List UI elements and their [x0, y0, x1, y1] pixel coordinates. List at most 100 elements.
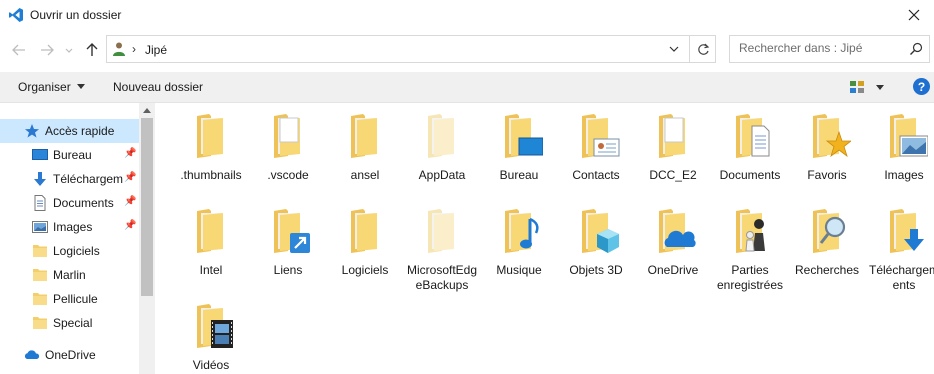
folder-icon [582, 209, 619, 253]
folder-icon [274, 209, 310, 253]
folder-label: AppData [418, 168, 466, 182]
help-button[interactable]: ? [913, 78, 930, 95]
folder-item[interactable]: Intel [174, 207, 248, 278]
download-icon [34, 172, 46, 186]
close-icon [908, 9, 920, 21]
folder-item[interactable]: Musique [482, 207, 556, 278]
folder-item[interactable]: Recherches [790, 207, 864, 278]
folder-icon [890, 209, 924, 253]
sidebar-item-label: OneDrive [45, 348, 96, 362]
folder-label: Recherches [794, 263, 860, 277]
folder-icon [197, 114, 223, 158]
folder-item[interactable]: Logiciels [328, 207, 402, 278]
view-options-icon[interactable] [849, 80, 865, 94]
sidebar-item-label: Téléchargements [53, 172, 123, 186]
arrow-left-icon [12, 44, 25, 56]
pin-icon: 📌 [124, 196, 137, 207]
sidebar-item-label: Marlin [53, 268, 86, 282]
sidebar-item-label: Images [53, 220, 93, 234]
folder-item[interactable]: AppData [405, 112, 479, 183]
folder-icon [351, 114, 377, 158]
address-history-button[interactable] [662, 36, 686, 62]
search-box[interactable] [729, 35, 930, 63]
new-folder-button[interactable]: Nouveau dossier [113, 80, 203, 94]
breadcrumb-item-jipe[interactable]: Jipé [145, 43, 167, 57]
arrow-up-icon [86, 43, 98, 56]
pin-icon: 📌 [124, 172, 137, 183]
folder-item[interactable]: Favoris [790, 112, 864, 183]
scrollbar-thumb[interactable] [141, 118, 153, 296]
refresh-button[interactable] [689, 36, 716, 62]
folder-label: Bureau [499, 168, 539, 182]
folder-label: Documents [719, 168, 781, 182]
chevron-down-icon [76, 84, 85, 89]
back-button[interactable] [10, 41, 28, 59]
folder-item[interactable]: Vidéos [174, 302, 248, 373]
folder-label: Liens [273, 263, 303, 277]
folder-icon [659, 114, 685, 158]
folder-item[interactable]: OneDrive [636, 207, 710, 278]
folder-view: .thumbnails .vscode ansel AppData Bureau Cont… [163, 103, 934, 374]
folder-item[interactable]: ansel [328, 112, 402, 183]
folder-label: DCC_E2 [649, 168, 697, 182]
folder-item[interactable]: Parties enregistrées [713, 207, 787, 293]
folder-label: Logiciels [341, 263, 389, 277]
folder-item[interactable]: Documents [713, 112, 787, 183]
sidebar-item-documents[interactable]: Documents 📌 [0, 191, 139, 215]
folder-item[interactable]: Contacts [559, 112, 633, 183]
folder-label: .vscode [267, 168, 309, 182]
view-options-dropdown[interactable] [876, 85, 884, 90]
sidebar-item-logiciels[interactable]: Logiciels [0, 239, 139, 263]
folder-item[interactable]: Téléchargements [867, 207, 934, 293]
folder-icon [736, 209, 765, 253]
organize-label: Organiser [18, 80, 71, 94]
pin-icon: 📌 [124, 148, 137, 159]
folder-icon [813, 209, 846, 253]
sidebar-item-telechargements[interactable]: Téléchargements 📌 [0, 167, 139, 191]
folder-label: Images [884, 168, 924, 182]
folder-item[interactable]: Objets 3D [559, 207, 633, 278]
folder-icon [428, 209, 454, 253]
sidebar-item-acces-rapide[interactable]: Accès rapide [0, 119, 139, 143]
sidebar-item-onedrive[interactable]: OneDrive [0, 343, 139, 367]
folder-item[interactable]: Images [867, 112, 934, 183]
user-folder-icon [113, 42, 125, 56]
recent-locations-button[interactable] [63, 41, 75, 59]
folder-label: Musique [496, 263, 542, 277]
forward-button[interactable] [38, 41, 56, 59]
folder-item[interactable]: MicrosoftEdgeBackups [405, 207, 479, 293]
folder-icon [33, 245, 47, 257]
cloud-icon [24, 350, 40, 359]
sidebar-item-marlin[interactable]: Marlin [0, 263, 139, 287]
organize-button[interactable]: Organiser [18, 80, 85, 94]
scroll-up-arrow[interactable] [143, 108, 151, 113]
address-bar[interactable]: › Jipé [106, 35, 716, 63]
folder-label: OneDrive [647, 263, 699, 277]
sidebar-item-label: Bureau [53, 148, 92, 162]
folder-item[interactable]: Bureau [482, 112, 556, 183]
folder-icon [33, 317, 47, 329]
up-button[interactable] [83, 41, 101, 59]
folder-label: MicrosoftEdgeBackups [406, 263, 478, 292]
folder-icon [197, 209, 223, 253]
navigation-pane: Accès rapide Bureau 📌 Téléchargements 📌 … [0, 103, 155, 374]
sidebar-item-label: Accès rapide [45, 124, 115, 138]
sidebar-item-bureau[interactable]: Bureau 📌 [0, 143, 139, 167]
sidebar-item-label: Special [53, 316, 93, 330]
folder-item[interactable]: .thumbnails [174, 112, 248, 183]
sidebar-item-images[interactable]: Images 📌 [0, 215, 139, 239]
folder-item[interactable]: DCC_E2 [636, 112, 710, 183]
sidebar-scrollbar[interactable] [139, 103, 155, 374]
folder-icon [582, 114, 620, 158]
close-button[interactable] [894, 0, 934, 30]
sidebar-item-special[interactable]: Special [0, 311, 139, 335]
folder-item[interactable]: .vscode [251, 112, 325, 183]
folder-label: Parties enregistrées [716, 263, 784, 292]
sidebar-item-pellicule[interactable]: Pellicule [0, 287, 139, 311]
star-icon [25, 124, 39, 138]
folder-item[interactable]: Liens [251, 207, 325, 278]
search-input[interactable] [739, 41, 899, 55]
folder-icon [274, 114, 300, 158]
folder-icon [33, 269, 47, 281]
folder-label: .thumbnails [180, 168, 242, 182]
